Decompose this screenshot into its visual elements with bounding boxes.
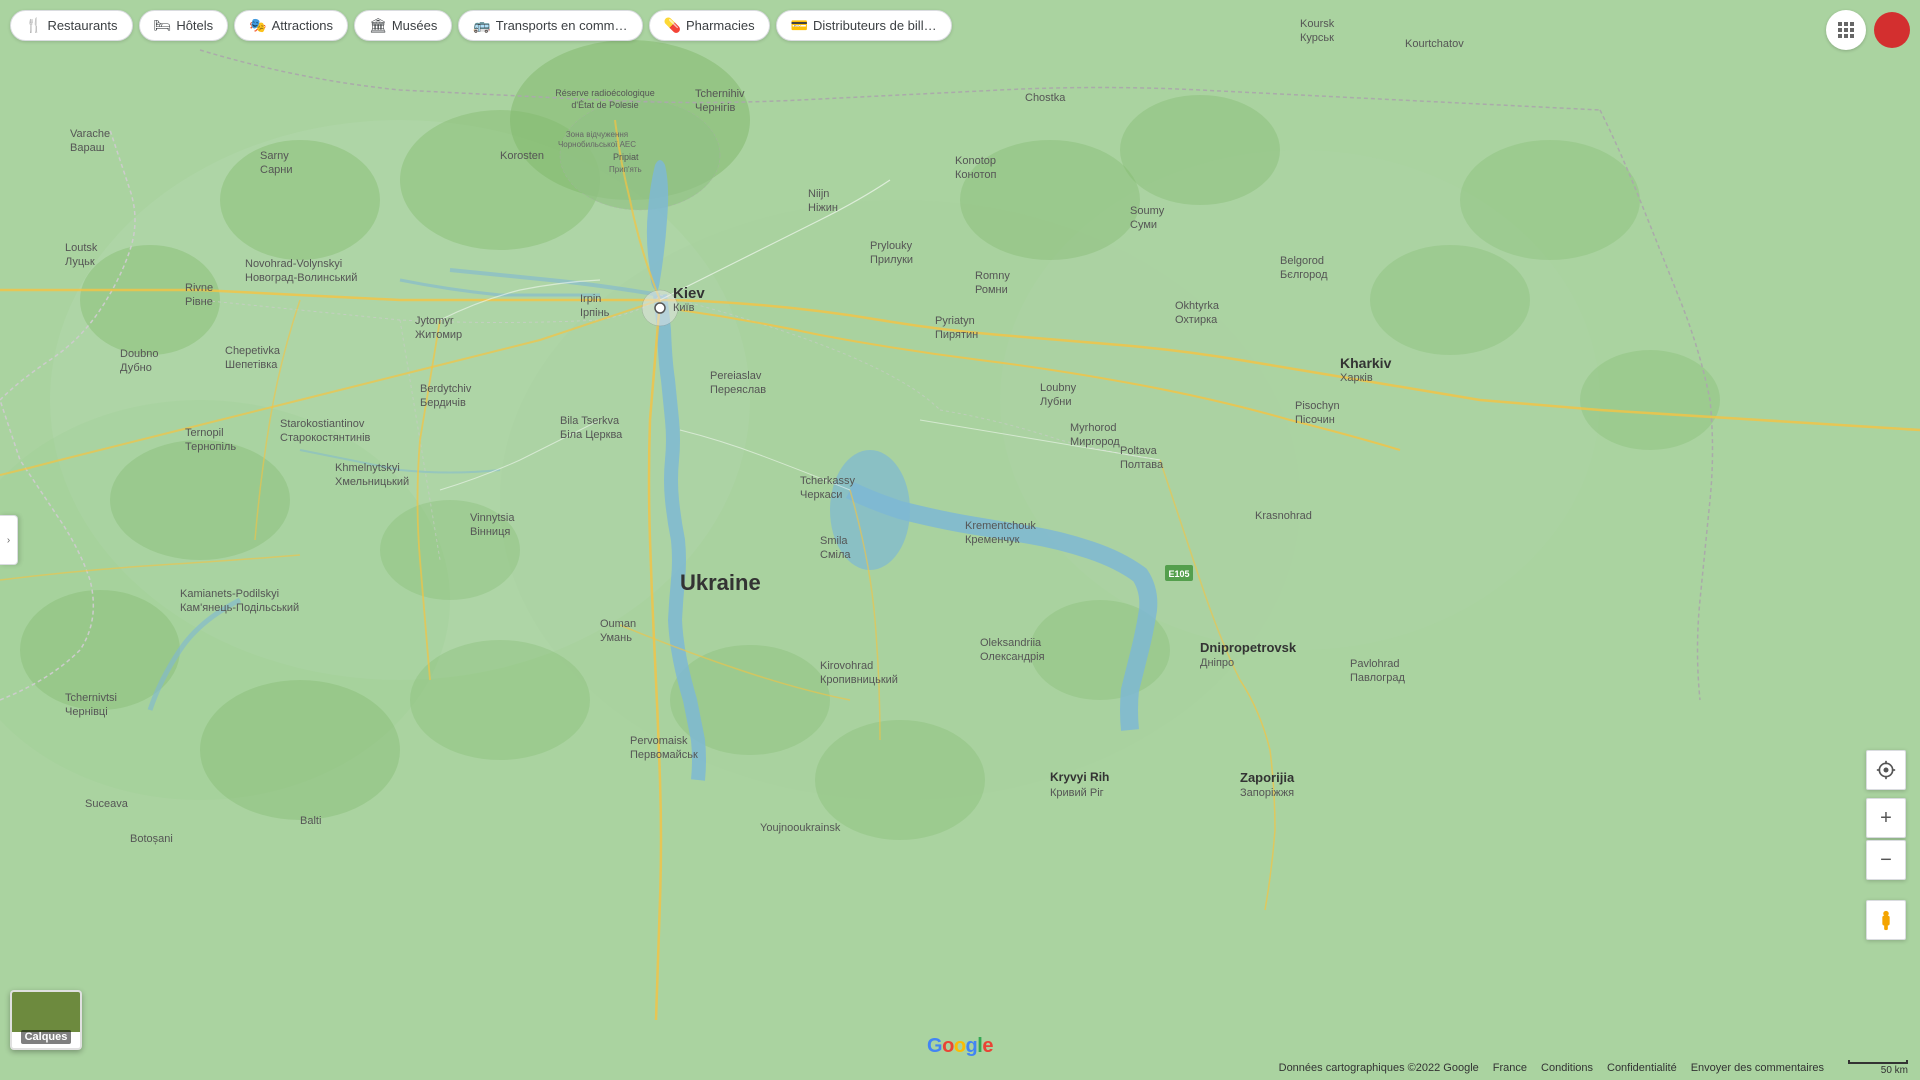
pegman-button[interactable] bbox=[1866, 900, 1906, 940]
zoom-controls: + − bbox=[1866, 798, 1906, 880]
hotels-label: Hôtels bbox=[176, 18, 213, 33]
bottom-bar: Données cartographiques ©2022 Google Fra… bbox=[0, 1056, 1920, 1080]
musees-icon: 🏛 bbox=[369, 17, 387, 34]
distributeurs-button[interactable]: 💳 Distributeurs de bill… bbox=[776, 10, 952, 41]
map-container[interactable]: E105 Kiev Київ Kharkiv Харків Dnipropetr… bbox=[0, 0, 1920, 1080]
chevron-right-icon: › bbox=[7, 535, 10, 546]
location-button[interactable] bbox=[1866, 750, 1906, 790]
hotels-icon: 🛏 bbox=[154, 17, 172, 34]
confidentialite-link[interactable]: Confidentialité bbox=[1607, 1062, 1677, 1074]
map-type-label: Calques bbox=[21, 1030, 72, 1044]
commentaires-link[interactable]: Envoyer des commentaires bbox=[1691, 1062, 1824, 1074]
hotels-button[interactable]: 🛏 Hôtels bbox=[139, 10, 229, 41]
musees-button[interactable]: 🏛 Musées bbox=[354, 10, 452, 41]
transports-label: Transports en comm… bbox=[496, 18, 628, 33]
zoom-in-button[interactable]: + bbox=[1866, 798, 1906, 838]
location-target-icon bbox=[1876, 760, 1896, 780]
map-type-button[interactable]: Calques bbox=[10, 990, 82, 1050]
transports-button[interactable]: 🚌 Transports en comm… bbox=[458, 10, 642, 41]
france-link[interactable]: France bbox=[1493, 1062, 1527, 1074]
transports-icon: 🚌 bbox=[473, 17, 490, 34]
apps-grid-icon bbox=[1837, 21, 1855, 39]
distributeurs-label: Distributeurs de bill… bbox=[813, 18, 937, 33]
restaurants-button[interactable]: 🍴 Restaurants bbox=[10, 10, 133, 41]
map-svg: E105 bbox=[0, 0, 1920, 1080]
google-logo: Google bbox=[927, 1035, 993, 1058]
pegman-icon bbox=[1875, 909, 1897, 931]
copyright-text: Données cartographiques ©2022 Google bbox=[1279, 1062, 1479, 1074]
musees-label: Musées bbox=[392, 18, 438, 33]
pharmacies-button[interactable]: 💊 Pharmacies bbox=[649, 10, 770, 41]
apps-button[interactable] bbox=[1826, 10, 1866, 50]
restaurants-icon: 🍴 bbox=[25, 17, 42, 34]
restaurants-label: Restaurants bbox=[47, 18, 117, 33]
pharmacies-icon: 💊 bbox=[664, 17, 681, 34]
attractions-label: Attractions bbox=[272, 18, 333, 33]
distributeurs-icon: 💳 bbox=[791, 17, 808, 34]
sidebar-toggle-button[interactable]: › bbox=[0, 515, 18, 565]
pharmacies-label: Pharmacies bbox=[686, 18, 755, 33]
scale-label: 50 km bbox=[1881, 1065, 1908, 1076]
svg-text:E105: E105 bbox=[1168, 569, 1189, 579]
attractions-button[interactable]: 🎭 Attractions bbox=[234, 10, 348, 41]
zoom-out-button[interactable]: − bbox=[1866, 840, 1906, 880]
toolbar: 🍴 Restaurants 🛏 Hôtels 🎭 Attractions 🏛 M… bbox=[10, 10, 952, 41]
conditions-link[interactable]: Conditions bbox=[1541, 1062, 1593, 1074]
top-right-controls bbox=[1826, 10, 1910, 50]
attractions-icon: 🎭 bbox=[249, 17, 266, 34]
user-avatar[interactable] bbox=[1874, 12, 1910, 48]
scale-bar: 50 km bbox=[1848, 1060, 1908, 1076]
scale-line bbox=[1848, 1060, 1908, 1064]
